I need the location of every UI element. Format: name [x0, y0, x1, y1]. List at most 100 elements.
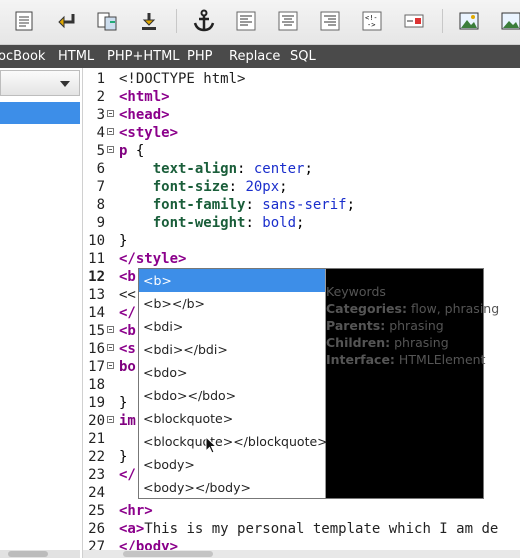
line-code: <hr> — [119, 503, 153, 519]
line-code: font-weight: bold; — [152, 215, 305, 231]
align-right-icon[interactable] — [316, 7, 344, 35]
line-number: 12 — [88, 269, 105, 285]
form-field-icon[interactable] — [400, 7, 428, 35]
editor-horizontal-scrollbar[interactable] — [83, 550, 520, 558]
autocomplete-item[interactable]: <bdo> — [139, 361, 325, 384]
line-number: 4 — [96, 125, 105, 141]
side-panel — [0, 68, 83, 558]
tab-sql[interactable]: SQL — [290, 49, 316, 64]
toolbar-separator — [442, 9, 443, 33]
tab-html[interactable]: HTML — [58, 49, 94, 64]
line-code: } — [119, 233, 128, 249]
info-categories: Categories: flow, phrasing — [326, 301, 500, 316]
image-icon[interactable] — [455, 7, 483, 35]
code-line[interactable]: 9 font-weight: bold; — [83, 214, 520, 232]
line-number: 6 — [96, 161, 105, 177]
align-left-icon[interactable] — [232, 7, 260, 35]
line-number: 11 — [88, 251, 105, 267]
line-code: <b — [119, 269, 136, 285]
code-line[interactable]: 1 <!DOCTYPE html> — [83, 70, 520, 88]
anchor-icon[interactable] — [190, 7, 218, 35]
line-code: << — [119, 287, 136, 303]
image-thumb-icon[interactable] — [497, 7, 520, 35]
fold-toggle-icon[interactable] — [107, 128, 114, 135]
autocomplete-popup: <b> <b></b> <bdi> <bdi></bdi> <bdo> <bdo></bd… — [138, 268, 500, 499]
autocomplete-item[interactable]: <body> — [139, 453, 325, 476]
line-code: font-family: sans-serif; — [152, 197, 356, 213]
mouse-pointer-icon — [205, 435, 218, 458]
line-code: </ — [119, 305, 136, 321]
line-code: im — [119, 413, 136, 429]
line-code: </style> — [119, 251, 187, 267]
panel-dropdown[interactable] — [0, 70, 80, 96]
line-number: 25 — [88, 503, 105, 519]
line-number: 3 — [96, 107, 105, 123]
code-line[interactable]: 2 <html> — [83, 88, 520, 106]
line-number: 22 — [88, 449, 105, 465]
code-line[interactable]: 11 </style> — [83, 250, 520, 268]
line-number: 10 — [88, 233, 105, 249]
line-code: <a>This is my personal template which I … — [119, 521, 499, 537]
fold-toggle-icon[interactable] — [107, 344, 114, 351]
autocomplete-item[interactable]: <blockquote></blockquote> — [139, 430, 328, 453]
line-number: 1 — [96, 71, 105, 87]
tab-replace[interactable]: Replace — [229, 49, 280, 64]
line-code: <head> — [119, 107, 170, 123]
line-number: 21 — [88, 431, 105, 447]
fold-toggle-icon[interactable] — [107, 362, 114, 369]
comment-tag-icon[interactable]: <!- -> — [358, 7, 386, 35]
line-code: font-size: 20px; — [152, 179, 288, 195]
fold-toggle-icon[interactable] — [107, 110, 114, 117]
info-interface: Interface: HTMLElement — [326, 352, 486, 367]
code-line[interactable]: 25 <hr> — [83, 502, 520, 520]
code-line[interactable]: 3 <head> — [83, 106, 520, 124]
line-code: p { — [119, 143, 145, 159]
document-icon[interactable] — [10, 7, 38, 35]
line-code: </ — [119, 467, 136, 483]
line-code: bo — [119, 359, 136, 375]
line-number: 18 — [88, 377, 105, 393]
code-line[interactable]: 8 font-family: sans-serif; — [83, 196, 520, 214]
autocomplete-item[interactable]: <b> — [139, 269, 325, 292]
fold-toggle-icon[interactable] — [107, 326, 114, 333]
line-number: 16 — [88, 341, 105, 357]
return-icon[interactable] — [53, 7, 81, 35]
code-line[interactable]: 4 <style> — [83, 124, 520, 142]
align-center-icon[interactable] — [274, 7, 302, 35]
line-number: 26 — [88, 521, 105, 537]
toolbar: <!- -> — [0, 0, 520, 45]
line-code: <!DOCTYPE html> — [119, 71, 246, 87]
line-number: 17 — [88, 359, 105, 375]
code-line[interactable]: 7 font-size: 20px; — [83, 178, 520, 196]
code-line[interactable]: 10} — [83, 232, 520, 250]
code-line[interactable]: 26 <a>This is my personal template which … — [83, 520, 520, 538]
line-number: 24 — [88, 485, 105, 501]
fold-toggle-icon[interactable] — [107, 146, 114, 153]
line-code: <style> — [119, 125, 179, 141]
code-line[interactable]: 6 text-align: center; — [83, 160, 520, 178]
autocomplete-item[interactable]: <bdi></bdi> — [139, 338, 325, 361]
autocomplete-item[interactable]: <b></b> — [139, 292, 325, 315]
line-number: 19 — [88, 395, 105, 411]
tab-php[interactable]: PHP — [187, 49, 212, 64]
code-line[interactable]: 5 p { — [83, 142, 520, 160]
line-number: 8 — [96, 197, 105, 213]
download-arrow-icon[interactable] — [135, 7, 163, 35]
line-number: 14 — [88, 305, 105, 321]
fold-toggle-icon[interactable] — [107, 416, 114, 423]
line-number: 2 — [96, 89, 105, 105]
toolbar-separator — [176, 9, 177, 33]
paste-back-icon[interactable] — [93, 7, 121, 35]
tab-php-html[interactable]: PHP+HTML — [107, 49, 180, 64]
selected-panel-item[interactable] — [0, 102, 80, 124]
chevron-down-icon — [60, 81, 70, 87]
autocomplete-item[interactable]: <bdi> — [139, 315, 325, 338]
autocomplete-item[interactable]: <body></body> — [139, 476, 325, 499]
line-number: 23 — [88, 467, 105, 483]
line-number: 5 — [96, 143, 105, 159]
autocomplete-item[interactable]: <bdo></bdo> — [139, 384, 325, 407]
info-children: Children: phrasing — [326, 335, 449, 350]
horizontal-scrollbar[interactable] — [0, 550, 80, 558]
tab-docbook[interactable]: ocBook — [0, 49, 45, 64]
autocomplete-item[interactable]: <blockquote> — [139, 407, 325, 430]
